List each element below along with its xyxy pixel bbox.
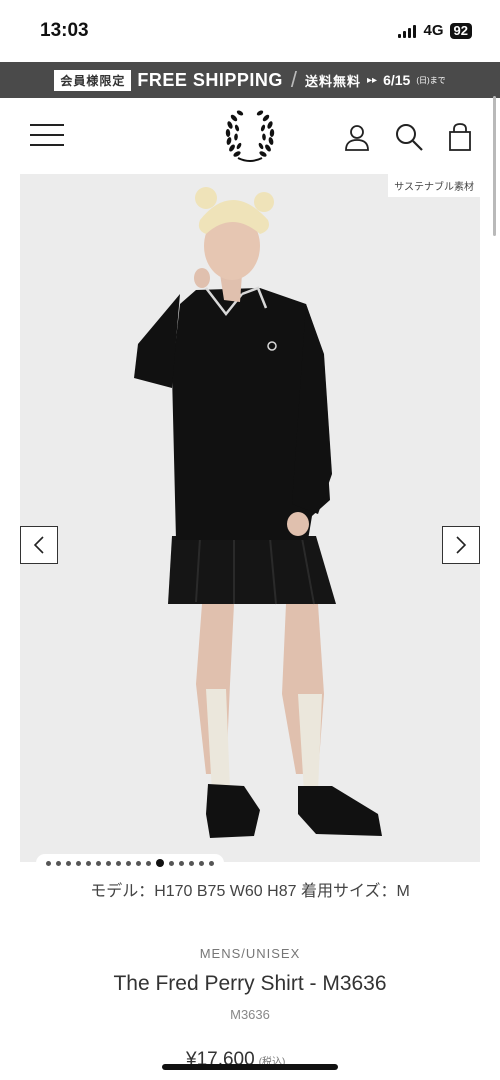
pagination-dot[interactable] [46,860,51,866]
pagination-dot[interactable] [116,860,121,866]
scrollbar[interactable] [493,96,496,236]
product-code: M3636 [230,1007,270,1022]
pagination-dot[interactable] [106,860,111,866]
promo-date-note: (日)まで [416,75,446,85]
shopping-bag-icon[interactable] [445,122,475,152]
promo-date: 6/15 [383,72,411,88]
hamburger-menu-icon[interactable] [30,124,64,148]
double-arrow-icon: ▸▸ [367,74,378,86]
search-icon[interactable] [394,122,424,152]
sustainable-material-tag: サステナブル素材 [388,174,480,197]
pagination-dot[interactable] [146,860,151,866]
site-header [0,98,500,174]
home-indicator [162,1064,338,1070]
pagination-dot[interactable] [76,860,81,866]
model-photo [134,187,382,838]
signal-icon [397,24,416,38]
product-title: The Fred Perry Shirt - M3636 [113,972,387,995]
user-icon[interactable] [342,122,372,152]
pagination-dot[interactable] [179,860,184,866]
pagination-dot[interactable] [156,859,164,867]
pagination-dot[interactable] [56,860,61,866]
pagination-dot[interactable] [86,860,91,866]
pagination-dot[interactable] [209,860,214,866]
product-category: MENS/UNISEX [199,946,301,961]
next-image-button[interactable] [442,526,480,564]
battery-indicator: 92 [449,22,472,39]
pagination-dot[interactable] [96,860,101,866]
chevron-left-icon [33,536,44,554]
promo-banner[interactable]: 会員様限定 FREE SHIPPING / 送料無料 ▸▸ 6/15 (日)まで [0,62,500,98]
laurel-wreath-logo[interactable] [220,106,280,166]
pagination-dot[interactable] [169,860,174,866]
product-image[interactable]: サステナブル素材 [20,174,480,862]
network-type: 4G [423,22,444,39]
status-bar: 13:03 4G 92 [0,0,500,62]
promo-badge: 会員様限定 [54,69,132,91]
pagination-dot[interactable] [199,860,204,866]
pagination-dot[interactable] [66,860,71,866]
promo-divider: / [290,67,298,92]
promo-subtext: 送料無料 [305,73,362,89]
status-indicators: 4G 92 [397,22,472,39]
model-info: モデル：H170 B75 W60 H87 着用サイズ：M [90,883,410,900]
pagination-dot[interactable] [136,860,141,866]
previous-image-button[interactable] [20,526,58,564]
status-time: 13:03 [40,20,89,41]
promo-headline: FREE SHIPPING [137,69,283,90]
pagination-dot[interactable] [189,860,194,866]
image-pagination[interactable] [36,854,224,872]
chevron-right-icon [456,536,467,554]
pagination-dot[interactable] [126,860,131,866]
